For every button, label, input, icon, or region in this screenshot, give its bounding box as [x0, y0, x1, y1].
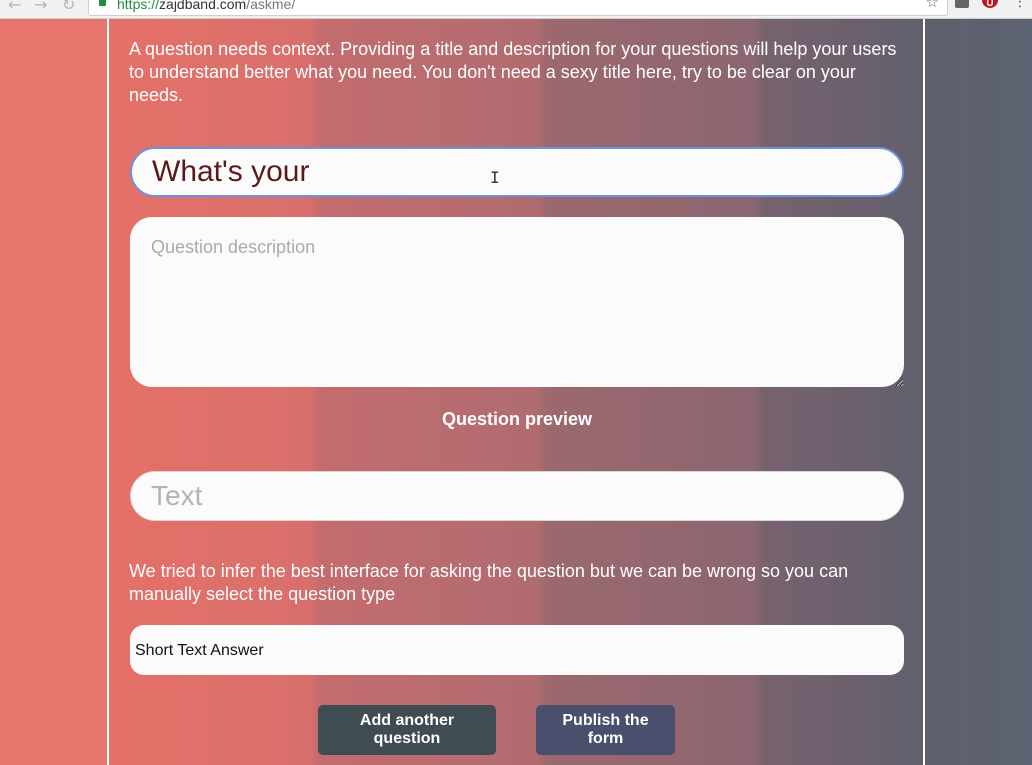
url-scheme: https://	[117, 0, 160, 12]
question-type-select[interactable]: Short Text Answer	[130, 625, 904, 675]
question-description-textarea[interactable]	[130, 217, 904, 387]
question-preview-heading: Question preview	[441, 409, 593, 429]
url-text: https://zajdband.com/askme/	[117, 0, 295, 14]
mail-extension-icon[interactable]	[955, 0, 969, 8]
lock-icon	[99, 0, 106, 6]
bookmark-star-icon[interactable]: ☆	[926, 0, 939, 12]
forward-arrow-icon[interactable]: →	[34, 0, 47, 14]
url-path: /askme/	[246, 0, 296, 12]
publish-form-button[interactable]: Publish the form	[536, 705, 675, 755]
add-another-question-button[interactable]: Add another question	[318, 705, 496, 755]
question-title-input[interactable]	[130, 147, 904, 197]
reload-icon[interactable]: ↻	[62, 0, 75, 14]
address-bar[interactable]: https://zajdband.com/askme/ ☆	[88, 0, 948, 16]
context-intro-text: A question needs context. Providing a ti…	[129, 39, 897, 105]
ublock-extension-icon[interactable]: U	[982, 0, 998, 9]
question-type-infer-note: We tried to infer the best interface for…	[129, 561, 849, 604]
back-arrow-icon[interactable]: ←	[8, 0, 21, 14]
browser-toolbar: ← → ↻ https://zajdband.com/askme/ ☆ U ⋮	[0, 0, 1032, 19]
form-builder-panel: A question needs context. Providing a ti…	[107, 19, 925, 765]
url-host: zajdband.com	[159, 0, 247, 12]
menu-dots-icon[interactable]: ⋮	[1013, 0, 1027, 10]
question-preview-input[interactable]	[130, 471, 904, 521]
